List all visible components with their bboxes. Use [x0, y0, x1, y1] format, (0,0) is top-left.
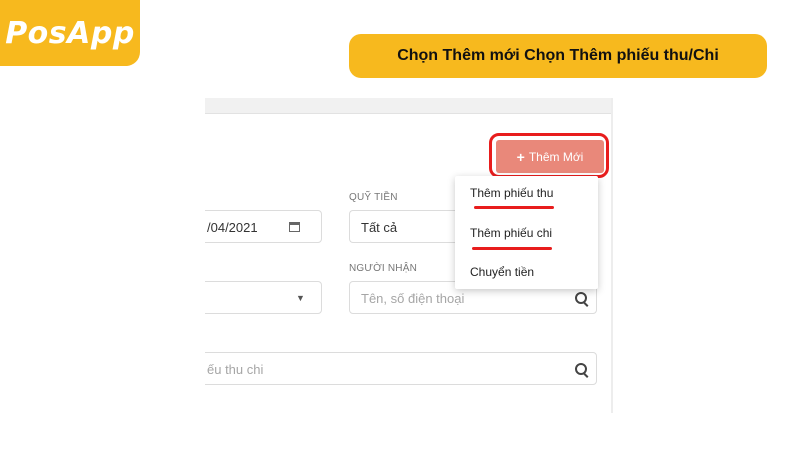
instruction-text: Chọn Thêm mới Chọn Thêm phiếu thu/Chi — [397, 47, 719, 64]
add-new-menu: Thêm phiếu thu Thêm phiếu chi Chuyển tiề… — [455, 176, 598, 289]
highlight-underline — [474, 206, 554, 209]
menu-item-add-payment[interactable]: Thêm phiếu chi — [470, 226, 552, 240]
receiver-label: NGƯỜI NHẬN — [349, 263, 418, 274]
filter-select[interactable]: ▼ — [205, 281, 322, 314]
logo-text: PosApp — [5, 15, 135, 51]
fund-value: Tất cả — [361, 220, 398, 235]
instruction-banner: Chọn Thêm mới Chọn Thêm phiếu thu/Chi — [349, 34, 767, 78]
date-field[interactable]: /04/2021 — [205, 210, 322, 243]
search-icon[interactable] — [575, 292, 587, 304]
caret-down-icon: ▼ — [296, 293, 305, 303]
voucher-search-input[interactable]: ếu thu chi — [205, 352, 597, 385]
menu-item-transfer[interactable]: Chuyển tiền — [470, 265, 534, 279]
fund-label: QUỸ TIỀN — [349, 192, 398, 203]
voucher-search-placeholder: ếu thu chi — [207, 362, 264, 377]
highlight-underline — [472, 247, 552, 250]
screenshot-panel: /04/2021 QUỸ TIỀN Tất cả ▼ NGƯỜI NHẬN Tê… — [205, 98, 613, 413]
posapp-logo: PosApp — [0, 0, 140, 66]
date-value: /04/2021 — [207, 220, 258, 235]
search-icon[interactable] — [575, 363, 587, 375]
top-bar — [205, 98, 613, 114]
calendar-icon — [289, 222, 300, 232]
menu-item-add-receipt[interactable]: Thêm phiếu thu — [470, 186, 553, 200]
receiver-placeholder: Tên, số điện thoại — [361, 291, 465, 306]
panel-border — [611, 98, 613, 413]
highlight-circle — [489, 133, 609, 178]
fund-select[interactable]: Tất cả — [349, 210, 469, 243]
